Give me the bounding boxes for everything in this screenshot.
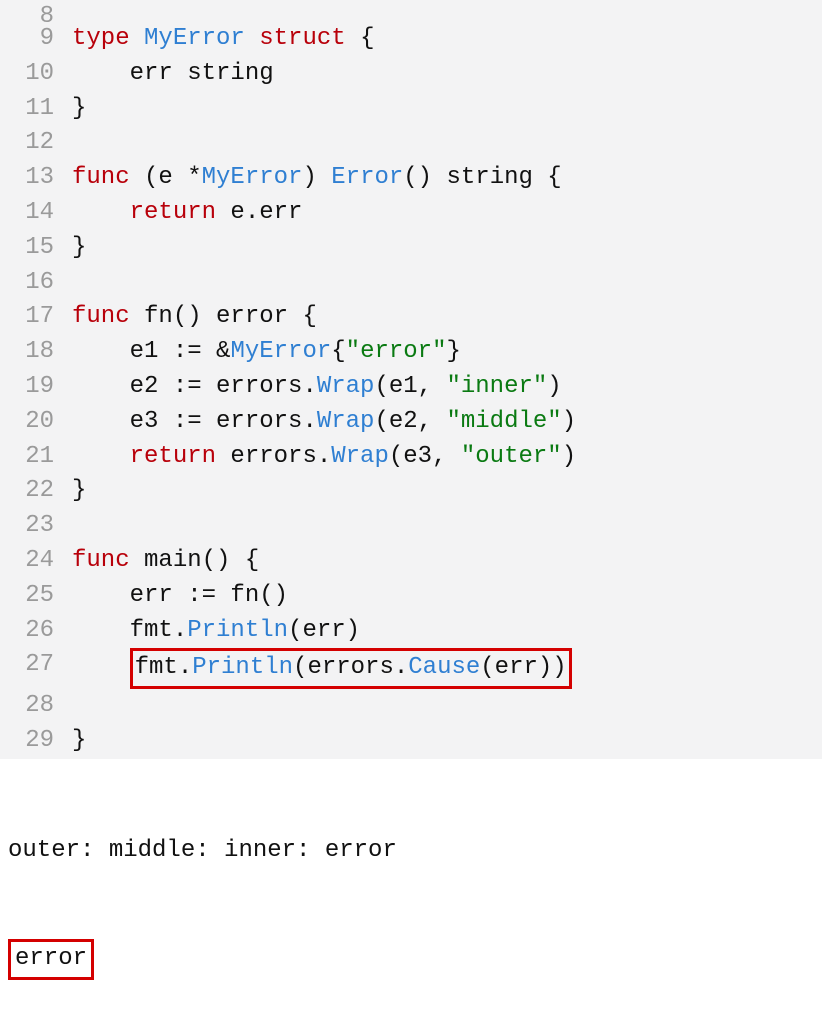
code-content: func fn() error { <box>72 300 317 335</box>
code-line: 17 func fn() error { <box>0 300 822 335</box>
line-number: 24 <box>0 544 72 579</box>
output-panel: outer: middle: inner: error error <box>0 759 822 1024</box>
line-number: 14 <box>0 196 72 231</box>
code-content: err string <box>72 57 274 92</box>
line-number: 8 <box>0 0 72 22</box>
code-content: err := fn() <box>72 579 288 614</box>
code-content: func main() { <box>72 544 259 579</box>
code-line: 8 <box>0 0 822 22</box>
code-line: 10 err string <box>0 57 822 92</box>
highlight-box: error <box>8 939 94 980</box>
code-content: fmt.Println(err) <box>72 614 360 649</box>
line-number: 13 <box>0 161 72 196</box>
line-number: 16 <box>0 266 72 301</box>
code-line: 23 <box>0 509 822 544</box>
code-line: 16 <box>0 266 822 301</box>
line-number: 15 <box>0 231 72 266</box>
code-content: type MyError struct { <box>72 22 374 57</box>
code-line: 24 func main() { <box>0 544 822 579</box>
code-content: e1 := &MyError{"error"} <box>72 335 461 370</box>
code-content: e2 := errors.Wrap(e1, "inner") <box>72 370 562 405</box>
code-line: 25 err := fn() <box>0 579 822 614</box>
line-number: 12 <box>0 126 72 161</box>
line-number: 25 <box>0 579 72 614</box>
code-line: 28 <box>0 689 822 724</box>
line-number: 26 <box>0 614 72 649</box>
code-content: return e.err <box>72 196 302 231</box>
code-editor[interactable]: 8 9 type MyError struct { 10 err string … <box>0 0 822 759</box>
line-number: 29 <box>0 724 72 759</box>
code-line: 13 func (e *MyError) Error() string { <box>0 161 822 196</box>
line-number: 20 <box>0 405 72 440</box>
line-number: 28 <box>0 689 72 724</box>
code-line: 21 return errors.Wrap(e3, "outer") <box>0 440 822 475</box>
line-number: 9 <box>0 22 72 57</box>
code-line: 14 return e.err <box>0 196 822 231</box>
code-line: 27 fmt.Println(errors.Cause(err)) <box>0 648 822 689</box>
line-number: 18 <box>0 335 72 370</box>
output-line: outer: middle: inner: error <box>8 834 814 869</box>
line-number: 22 <box>0 474 72 509</box>
code-content: fmt.Println(errors.Cause(err)) <box>72 648 572 689</box>
code-line: 12 <box>0 126 822 161</box>
code-content: e3 := errors.Wrap(e2, "middle") <box>72 405 576 440</box>
line-number: 27 <box>0 648 72 689</box>
line-number: 21 <box>0 440 72 475</box>
code-line: 15 } <box>0 231 822 266</box>
code-line: 29 } <box>0 724 822 759</box>
code-line: 20 e3 := errors.Wrap(e2, "middle") <box>0 405 822 440</box>
highlight-box: fmt.Println(errors.Cause(err)) <box>130 648 572 689</box>
code-line: 22 } <box>0 474 822 509</box>
output-line: error <box>8 939 814 980</box>
code-line: 9 type MyError struct { <box>0 22 822 57</box>
code-content: return errors.Wrap(e3, "outer") <box>72 440 576 475</box>
line-number: 17 <box>0 300 72 335</box>
code-content: } <box>72 724 86 759</box>
code-content: } <box>72 231 86 266</box>
line-number: 19 <box>0 370 72 405</box>
code-content: } <box>72 92 86 127</box>
code-content: } <box>72 474 86 509</box>
code-line: 19 e2 := errors.Wrap(e1, "inner") <box>0 370 822 405</box>
line-number: 10 <box>0 57 72 92</box>
line-number: 11 <box>0 92 72 127</box>
code-line: 18 e1 := &MyError{"error"} <box>0 335 822 370</box>
code-line: 11 } <box>0 92 822 127</box>
code-content: func (e *MyError) Error() string { <box>72 161 562 196</box>
code-line: 26 fmt.Println(err) <box>0 614 822 649</box>
line-number: 23 <box>0 509 72 544</box>
